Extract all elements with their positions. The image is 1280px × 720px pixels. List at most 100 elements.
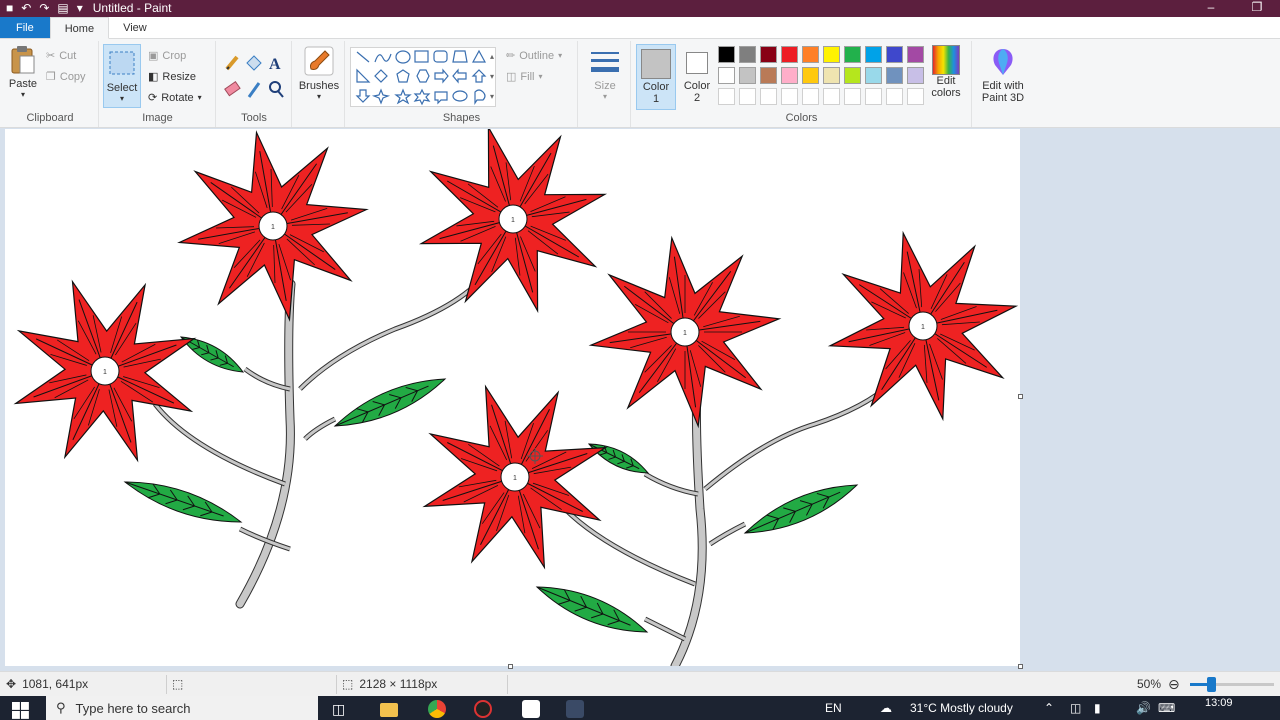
zoom-slider[interactable]: [1190, 677, 1274, 692]
palette-color-swatch[interactable]: [844, 67, 861, 84]
custom-color-slot[interactable]: [802, 88, 819, 105]
palette-color-swatch[interactable]: [760, 46, 777, 63]
palette-color-swatch[interactable]: [739, 46, 756, 63]
brushes-button[interactable]: Brushes ▾: [297, 45, 341, 101]
palette-color-swatch[interactable]: [865, 67, 882, 84]
fill-bucket-icon[interactable]: [246, 55, 262, 71]
twig-outline: [703, 372, 902, 491]
outline-button[interactable]: ✏ Outline ▾: [506, 49, 563, 63]
capcut-icon[interactable]: [522, 700, 540, 718]
palette-color-swatch[interactable]: [823, 67, 840, 84]
clock[interactable]: 13:09: [1205, 696, 1233, 720]
palette-color-swatch[interactable]: [802, 67, 819, 84]
fill-button[interactable]: ◫ Fill ▾: [506, 70, 542, 84]
flower-center-label: 1: [511, 217, 515, 224]
crop-button[interactable]: ▣ Crop: [148, 49, 186, 63]
up-arrow-shape-icon: [471, 69, 487, 83]
resize-button[interactable]: ◧ Resize: [148, 70, 196, 84]
redo-icon[interactable]: ↷: [39, 0, 49, 17]
language-indicator[interactable]: EN: [825, 696, 842, 720]
drawing-canvas[interactable]: 1 1 1 1 1 1: [5, 124, 1020, 671]
color1-button[interactable]: Color 1: [636, 44, 676, 110]
palette-color-swatch[interactable]: [907, 46, 924, 63]
custom-color-slot[interactable]: [739, 88, 756, 105]
leaf-vein: [124, 481, 224, 517]
windows-start-icon[interactable]: [12, 702, 30, 720]
select-button[interactable]: Select ▾: [103, 44, 141, 108]
tab-view[interactable]: View: [109, 17, 161, 38]
tab-home[interactable]: Home: [49, 17, 110, 39]
rotate-button[interactable]: ⟳ Rotate ▾: [148, 91, 202, 105]
palette-color-swatch[interactable]: [739, 67, 756, 84]
task-view-icon[interactable]: ◫: [332, 700, 350, 718]
custom-color-slot[interactable]: [844, 88, 861, 105]
custom-color-slot[interactable]: [865, 88, 882, 105]
palette-color-swatch[interactable]: [886, 46, 903, 63]
paint-taskbar-icon[interactable]: [566, 700, 584, 718]
edit-paint3d-button[interactable]: Edit with Paint 3D: [975, 47, 1031, 104]
color-picker-icon[interactable]: [247, 82, 261, 98]
color2-button[interactable]: Color 2: [678, 44, 716, 110]
line-shape-icon: [356, 51, 370, 63]
select-dropdown-icon[interactable]: ▾: [104, 94, 140, 103]
brushes-dropdown-icon[interactable]: ▾: [297, 92, 341, 101]
paint3d-group: Edit with Paint 3D: [973, 41, 1033, 127]
copy-button[interactable]: ❐ Copy: [46, 70, 86, 84]
weather-text[interactable]: 31°C Mostly cloudy: [910, 696, 1013, 720]
outline-dropdown-icon: ▾: [558, 51, 563, 60]
minimize-button[interactable]: –: [1188, 0, 1234, 17]
resize-handle-corner[interactable]: [1018, 664, 1023, 669]
palette-color-swatch[interactable]: [865, 46, 882, 63]
canvas-workspace[interactable]: 1 1 1 1 1 1: [0, 124, 1280, 671]
select-rectangle-icon: [109, 51, 135, 75]
palette-color-swatch[interactable]: [886, 67, 903, 84]
tab-file[interactable]: File: [0, 17, 50, 38]
custom-color-slot[interactable]: [718, 88, 735, 105]
magnifier-icon[interactable]: [269, 81, 284, 98]
tray-chevron-icon[interactable]: ⌃: [1044, 696, 1054, 720]
palette-color-swatch[interactable]: [718, 46, 735, 63]
custom-color-slot[interactable]: [760, 88, 777, 105]
pencil-icon[interactable]: [225, 55, 239, 71]
palette-color-swatch[interactable]: [823, 46, 840, 63]
resize-handle-bottom[interactable]: [508, 664, 513, 669]
palette-color-swatch[interactable]: [718, 67, 735, 84]
custom-color-slot[interactable]: [907, 88, 924, 105]
battery-icon[interactable]: ▮: [1094, 696, 1101, 720]
shapes-scroll[interactable]: ▴ ▾ ▾: [487, 47, 497, 107]
palette-color-swatch[interactable]: [781, 67, 798, 84]
custom-color-slot[interactable]: [886, 88, 903, 105]
network-icon[interactable]: ◫: [1070, 696, 1081, 720]
volume-icon[interactable]: 🔊: [1136, 696, 1151, 720]
palette-color-swatch[interactable]: [844, 46, 861, 63]
text-icon[interactable]: A: [269, 56, 281, 73]
custom-color-slot[interactable]: [781, 88, 798, 105]
obs-icon[interactable]: [474, 700, 492, 718]
shapes-gallery[interactable]: [350, 47, 496, 107]
chrome-icon[interactable]: [428, 700, 446, 718]
eraser-icon[interactable]: [224, 81, 241, 97]
undo-icon[interactable]: ↶: [21, 0, 31, 17]
palette-color-swatch[interactable]: [760, 67, 777, 84]
ribbon: Paste ▾ ✂ Cut ❐ Copy Clipboard Select ▾: [0, 39, 1280, 128]
file-explorer-icon[interactable]: [380, 703, 398, 717]
keyboard-icon[interactable]: ⌨: [1158, 696, 1175, 720]
customize-toolbar-icon[interactable]: ▾: [77, 0, 83, 17]
paste-button[interactable]: Paste ▾: [6, 45, 40, 99]
flower-center-label: 1: [271, 224, 275, 231]
zoom-slider-thumb[interactable]: [1207, 677, 1216, 692]
size-button[interactable]: Size ▾: [585, 47, 625, 101]
save-icon[interactable]: ▤: [57, 0, 68, 17]
canvas-size: ⬚ 2128 × 1118px: [342, 672, 437, 697]
taskbar-search[interactable]: ⚲ Type here to search: [46, 696, 318, 720]
palette-color-swatch[interactable]: [781, 46, 798, 63]
palette-color-swatch[interactable]: [802, 46, 819, 63]
zoom-out-button[interactable]: ⊖: [1168, 672, 1180, 697]
palette-color-swatch[interactable]: [907, 67, 924, 84]
custom-color-slot[interactable]: [823, 88, 840, 105]
edit-colors-button[interactable]: Edit colors: [924, 45, 968, 99]
paste-dropdown-icon[interactable]: ▾: [6, 90, 40, 99]
resize-handle-right[interactable]: [1018, 394, 1023, 399]
restore-button[interactable]: ❐: [1234, 0, 1280, 17]
cut-button[interactable]: ✂ Cut: [46, 49, 76, 63]
